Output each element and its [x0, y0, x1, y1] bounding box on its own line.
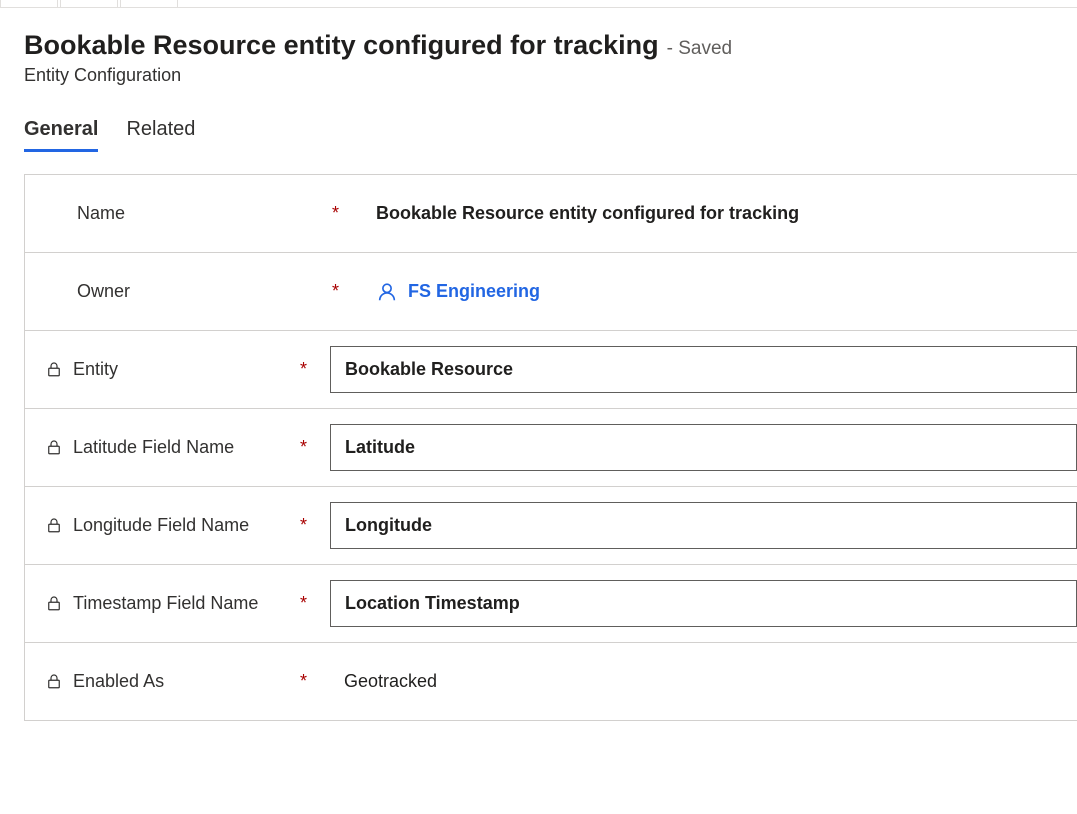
owner-link[interactable]: FS Engineering — [362, 281, 1077, 303]
label-owner: Owner — [77, 280, 130, 303]
owner-value: FS Engineering — [408, 281, 540, 302]
tab-stub — [60, 0, 118, 7]
input-timestamp[interactable]: Location Timestamp — [330, 580, 1077, 627]
label-cell-latitude: Latitude Field Name — [45, 436, 300, 459]
row-owner: Owner * FS Engineering — [25, 253, 1077, 331]
label-cell-enabled-as: Enabled As — [45, 670, 300, 693]
value-cell-latitude: Latitude — [330, 424, 1077, 471]
value-name: Bookable Resource entity configured for … — [362, 203, 1077, 224]
row-enabled-as: Enabled As * Geotracked — [25, 643, 1077, 721]
label-timestamp: Timestamp Field Name — [73, 592, 258, 615]
label-entity: Entity — [73, 358, 118, 381]
label-longitude: Longitude Field Name — [73, 514, 249, 537]
required-entity: * — [300, 359, 330, 380]
label-cell-longitude: Longitude Field Name — [45, 514, 300, 537]
tab-stubs — [0, 0, 1077, 8]
input-latitude[interactable]: Latitude — [330, 424, 1077, 471]
value-cell-longitude: Longitude — [330, 502, 1077, 549]
tab-stub — [0, 0, 58, 7]
label-name: Name — [77, 202, 125, 225]
form-container: Name * Bookable Resource entity configur… — [24, 174, 1077, 721]
page-subtitle: Entity Configuration — [24, 65, 1053, 86]
value-cell-timestamp: Location Timestamp — [330, 580, 1077, 627]
header: Bookable Resource entity configured for … — [0, 8, 1077, 96]
row-entity: Entity * Bookable Resource — [25, 331, 1077, 409]
label-cell-entity: Entity — [45, 358, 300, 381]
lock-icon — [45, 516, 63, 534]
title-row: Bookable Resource entity configured for … — [24, 30, 1053, 61]
input-longitude[interactable]: Longitude — [330, 502, 1077, 549]
page-title: Bookable Resource entity configured for … — [24, 30, 659, 61]
value-cell-name[interactable]: Bookable Resource entity configured for … — [362, 203, 1077, 224]
value-cell-entity: Bookable Resource — [330, 346, 1077, 393]
input-entity[interactable]: Bookable Resource — [330, 346, 1077, 393]
value-cell-enabled-as[interactable]: Geotracked — [330, 671, 1077, 692]
tab-stub — [120, 0, 178, 7]
label-cell-name: Name — [77, 202, 332, 225]
required-longitude: * — [300, 515, 330, 536]
label-cell-owner: Owner — [77, 280, 332, 303]
label-enabled-as: Enabled As — [73, 670, 164, 693]
value-cell-owner[interactable]: FS Engineering — [362, 281, 1077, 303]
required-owner: * — [332, 281, 362, 302]
row-longitude: Longitude Field Name * Longitude — [25, 487, 1077, 565]
required-enabled-as: * — [300, 671, 330, 692]
tabs: General Related — [0, 96, 1077, 152]
lock-icon — [45, 360, 63, 378]
lock-icon — [45, 594, 63, 612]
required-name: * — [332, 203, 362, 224]
tab-general[interactable]: General — [24, 118, 98, 152]
label-cell-timestamp: Timestamp Field Name — [45, 592, 300, 615]
value-enabled-as: Geotracked — [330, 671, 1077, 692]
required-timestamp: * — [300, 593, 330, 614]
label-latitude: Latitude Field Name — [73, 436, 234, 459]
lock-icon — [45, 672, 63, 690]
row-name: Name * Bookable Resource entity configur… — [25, 175, 1077, 253]
person-icon — [376, 281, 398, 303]
save-status: - Saved — [667, 38, 732, 60]
row-latitude: Latitude Field Name * Latitude — [25, 409, 1077, 487]
required-latitude: * — [300, 437, 330, 458]
tab-related[interactable]: Related — [126, 118, 195, 152]
row-timestamp: Timestamp Field Name * Location Timestam… — [25, 565, 1077, 643]
lock-icon — [45, 438, 63, 456]
